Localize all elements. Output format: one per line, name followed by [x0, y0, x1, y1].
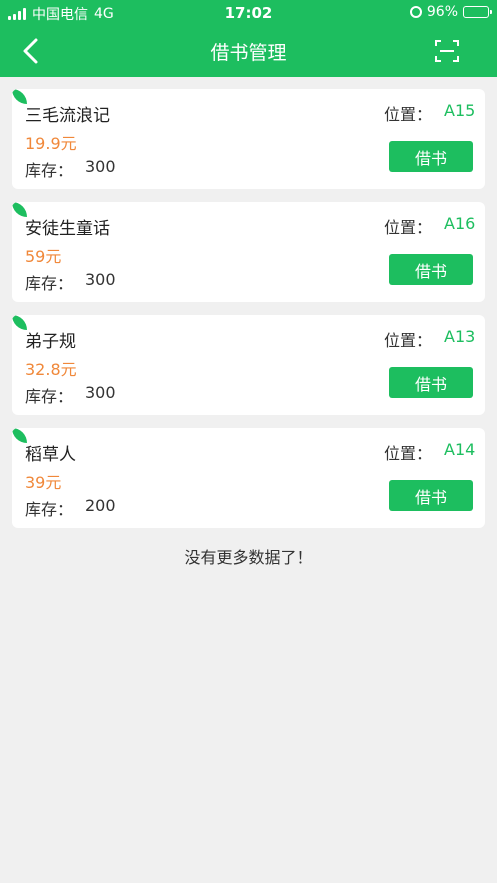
book-list: 三毛流浪记 19.9元 库存： 300 位置： A15 借书 安徒生童话 59元… — [12, 89, 485, 541]
book-name: 稻草人 — [25, 445, 76, 465]
stock-value: 200 — [85, 496, 116, 515]
book-price: 59元 — [25, 247, 62, 266]
book-name: 弟子规 — [25, 332, 76, 352]
book-price: 39元 — [25, 473, 62, 492]
book-card: 安徒生童话 59元 库存： 300 位置： A16 借书 — [12, 202, 485, 302]
battery-percent: 96% — [426, 4, 458, 20]
status-bar: 中国电信 4G 17:02 96% — [0, 0, 497, 26]
book-card: 三毛流浪记 19.9元 库存： 300 位置： A15 借书 — [12, 89, 485, 189]
borrow-button[interactable]: 借书 — [389, 141, 473, 172]
book-price: 32.8元 — [25, 360, 77, 379]
stock-label: 库存： — [25, 387, 74, 406]
borrow-button[interactable]: 借书 — [389, 480, 473, 511]
location-label: 位置： — [384, 218, 433, 237]
book-card: 弟子规 32.8元 库存： 300 位置： A13 借书 — [12, 315, 485, 415]
header: 中国电信 4G 17:02 96% 借书管理 — [0, 0, 497, 77]
location-value: A14 — [444, 440, 476, 459]
status-right: 96% — [409, 4, 492, 20]
page-title: 借书管理 — [210, 42, 287, 64]
stock-label: 库存： — [25, 500, 74, 519]
borrow-button[interactable]: 借书 — [389, 367, 473, 398]
alarm-icon — [409, 6, 422, 18]
book-card: 稻草人 39元 库存： 200 位置： A14 借书 — [12, 428, 485, 528]
no-more-data: 没有更多数据了！ — [184, 548, 313, 567]
stock-label: 库存： — [25, 274, 74, 293]
nav-bar: 借书管理 — [0, 26, 497, 77]
location-label: 位置： — [384, 105, 433, 124]
location-value: A15 — [444, 101, 476, 120]
location-label: 位置： — [384, 331, 433, 350]
location-value: A16 — [444, 214, 476, 233]
stock-label: 库存： — [25, 161, 74, 180]
stock-value: 300 — [85, 270, 116, 289]
battery-icon — [463, 6, 492, 18]
stock-value: 300 — [85, 383, 116, 402]
scan-button[interactable] — [435, 39, 459, 63]
scan-icon — [435, 40, 459, 62]
location-value: A13 — [444, 327, 476, 346]
borrow-button[interactable]: 借书 — [389, 254, 473, 285]
location-label: 位置： — [384, 444, 433, 463]
stock-value: 300 — [85, 157, 116, 176]
book-name: 安徒生童话 — [25, 219, 110, 239]
book-price: 19.9元 — [25, 134, 77, 153]
book-name: 三毛流浪记 — [25, 106, 110, 126]
